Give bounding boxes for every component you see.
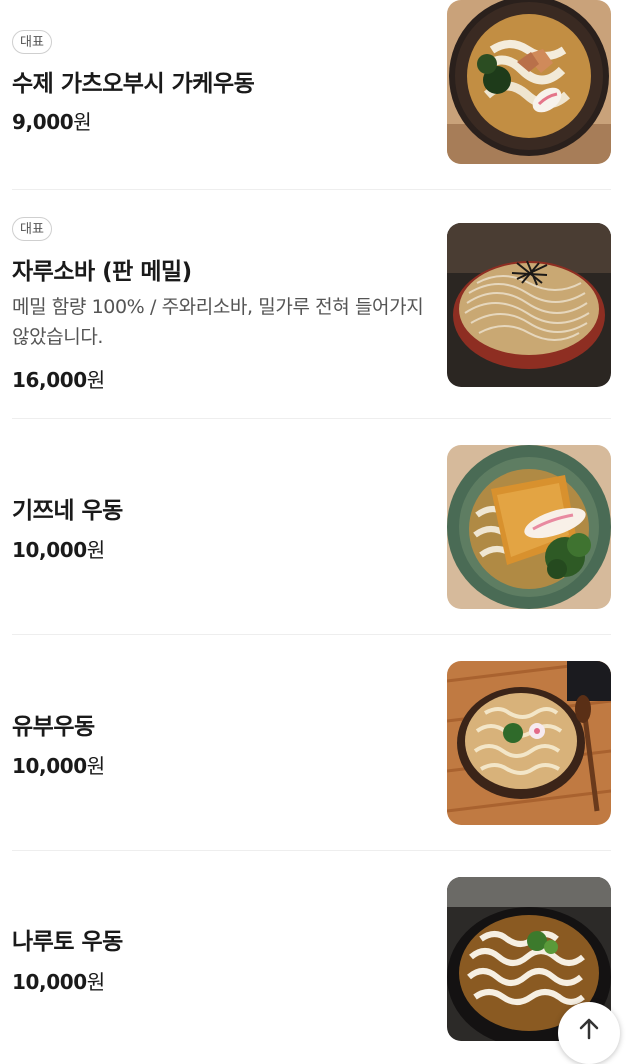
menu-item-image[interactable]: [447, 661, 611, 825]
menu-item-name: 나루토 우동: [12, 929, 123, 955]
menu-item-image[interactable]: [447, 0, 611, 164]
arrow-up-icon: [579, 1018, 599, 1040]
price-amount: 10,000: [12, 754, 87, 778]
menu-divider: [12, 189, 611, 190]
menu-item-image[interactable]: [447, 445, 611, 609]
menu-divider: [12, 418, 611, 419]
price-currency: 원: [86, 754, 105, 778]
price-amount: 9,000: [12, 110, 74, 134]
menu-item-image[interactable]: [447, 223, 611, 387]
price-amount: 16,000: [12, 368, 87, 392]
menu-item-name: 유부우동: [12, 714, 95, 740]
menu-item-price: 10,000원: [12, 966, 105, 995]
menu-item-name: 수제 가츠오부시 가케우동: [12, 71, 255, 97]
menu-item-name: 자루소바 (판 메밀): [12, 259, 192, 285]
menu-item-price: 16,000원: [12, 364, 105, 393]
price-amount: 10,000: [12, 970, 87, 994]
menu-divider: [12, 850, 611, 851]
menu-divider: [12, 634, 611, 635]
menu-item-description: 메밀 함량 100% / 주와리소바, 밀가루 전혀 들어가지 않았습니다.: [12, 296, 424, 348]
signature-badge: 대표: [12, 30, 52, 54]
price-currency: 원: [86, 970, 105, 994]
price-currency: 원: [73, 110, 92, 134]
menu-item-price: 9,000원: [12, 106, 92, 135]
price-currency: 원: [86, 368, 105, 392]
menu-item-price: 10,000원: [12, 534, 105, 563]
signature-badge: 대표: [12, 217, 52, 241]
menu-item-name: 기쯔네 우동: [12, 498, 123, 524]
price-amount: 10,000: [12, 538, 87, 562]
menu-item-price: 10,000원: [12, 750, 105, 779]
scroll-to-top-button[interactable]: [558, 1002, 620, 1064]
price-currency: 원: [86, 538, 105, 562]
